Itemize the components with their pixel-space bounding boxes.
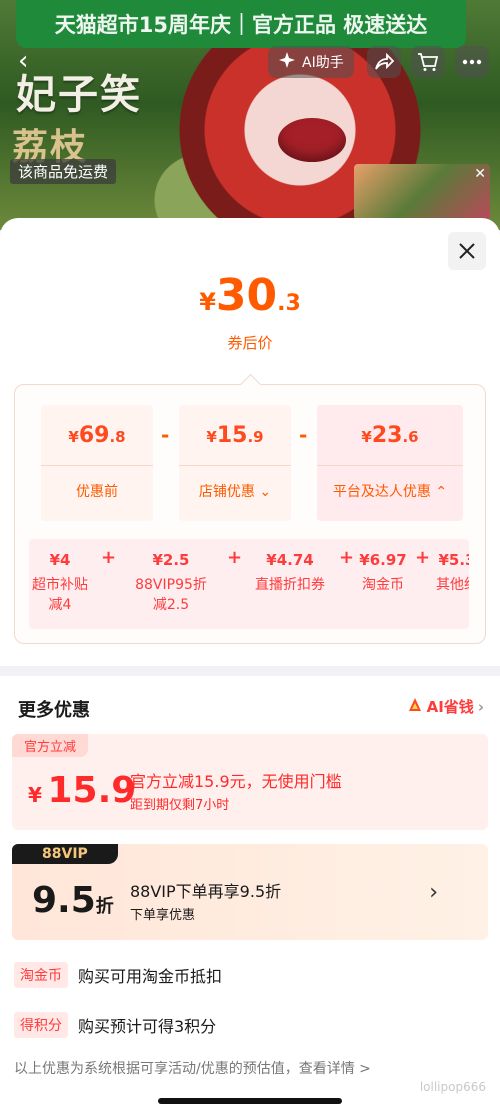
coupon-title: 88VIP下单再享9.5折 <box>130 882 282 901</box>
lychee-seed-graphic <box>278 118 346 162</box>
coupon-title: 官方立减15.9元，无使用门槛 <box>130 772 342 791</box>
share-icon[interactable] <box>367 46 401 78</box>
free-shipping-badge: 该商品免运费 <box>10 159 117 184</box>
card-label: 平台及达人优惠 ⌃ <box>332 484 448 500</box>
card-value: ¥69.8 <box>68 423 126 448</box>
minus-operator: - <box>161 423 170 447</box>
info-text: 购买可用淘金币抵扣 <box>78 967 223 986</box>
points-info: 得积分 购买预计可得3积分 <box>14 1012 216 1038</box>
detail-item: ¥2.5 88VIP95折 减2.5 <box>135 551 207 613</box>
taojinbi-info: 淘金币 购买可用淘金币抵扣 <box>14 962 222 988</box>
platform-discount-card[interactable]: ¥23.6 平台及达人优惠 ⌃ <box>317 405 463 521</box>
ai-helper-button[interactable]: AI助手 <box>268 46 354 78</box>
sheet-close-button[interactable] <box>448 232 486 270</box>
price-breakdown: ¥69.8 优惠前 - ¥15.9 店铺优惠 ⌄ - ¥23.6 平台及达人优惠… <box>14 384 486 644</box>
more-icon[interactable] <box>455 46 489 78</box>
coupon-tag: 官方立减 <box>12 734 89 757</box>
official-discount-coupon[interactable]: 官方立减 ¥ 15.9 官方立减15.9元，无使用门槛 距到期仅剩7小时 <box>12 734 488 830</box>
detail-item: ¥6.97 淘金币 <box>359 551 407 593</box>
plus-operator: + <box>415 547 431 568</box>
coupon-tag: 88VIP <box>12 844 118 864</box>
detail-item: ¥4 超市补贴 减4 <box>32 551 88 613</box>
promo-banner: 天猫超市15周年庆｜官方正品 极速送达 <box>16 0 466 48</box>
final-price: ¥30.3 <box>0 270 500 321</box>
info-text: 购买预计可得3积分 <box>78 1017 217 1036</box>
ai-save-link[interactable]: AI省钱 › <box>407 696 484 717</box>
detail-item: ¥4.74 直播折扣券 <box>255 551 325 593</box>
original-price-card: ¥69.8 优惠前 <box>41 405 153 521</box>
ai-helper-label: AI助手 <box>302 55 344 71</box>
vip-discount-coupon[interactable]: 88VIP 9.5折 88VIP下单再享9.5折 下单享优惠 › <box>12 844 488 940</box>
coupon-amount: ¥ 15.9 <box>28 770 137 811</box>
close-icon[interactable]: ✕ <box>474 166 486 182</box>
card-label: 店铺优惠 ⌄ <box>198 484 272 500</box>
ai-save-label: AI省钱 <box>426 698 474 716</box>
ai-sparkle-icon <box>278 51 296 73</box>
price-decimal: .3 <box>277 291 301 316</box>
info-badge: 得积分 <box>14 1012 68 1038</box>
estimate-footnote-link[interactable]: 以上优惠为系统根据可享活动/优惠的预估值，查看详情 > <box>14 1058 371 1078</box>
coupon-subtitle: 下单享优惠 <box>130 908 196 923</box>
floating-video-thumbnail[interactable]: ✕ <box>354 164 490 220</box>
price-integer: 30 <box>215 270 278 321</box>
home-indicator[interactable] <box>158 1098 342 1104</box>
plus-operator: + <box>339 547 355 568</box>
coupon-amount: 9.5折 <box>32 880 114 921</box>
more-discounts-title: 更多优惠 <box>18 700 90 721</box>
price-currency: ¥ <box>199 288 216 316</box>
card-label: 优惠前 <box>76 484 118 500</box>
store-discount-card[interactable]: ¥15.9 店铺优惠 ⌄ <box>179 405 291 521</box>
plus-operator: + <box>227 547 243 568</box>
final-price-label: 券后价 <box>227 334 273 352</box>
plus-operator: + <box>101 547 117 568</box>
detail-item: ¥5.3 其他红 <box>436 551 469 593</box>
card-value: ¥15.9 <box>206 423 264 448</box>
info-badge: 淘金币 <box>14 962 68 988</box>
close-icon <box>459 243 475 259</box>
cart-icon[interactable] <box>411 46 445 78</box>
ai-logo-icon <box>407 697 423 717</box>
promo-banner-text: 天猫超市15周年庆｜官方正品 极速送达 <box>54 13 428 37</box>
coupon-expiry: 距到期仅剩7小时 <box>130 798 230 813</box>
minus-operator: - <box>299 423 308 447</box>
hero-title: 妃子笑 <box>16 72 142 118</box>
watermark: lollipop666 <box>419 1080 486 1094</box>
product-hero-image: 天猫超市15周年庆｜官方正品 极速送达 ‹ 妃子笑 荔枝 AI助手 该商品免运费… <box>0 0 500 230</box>
discount-detail-sheet: ¥30.3 券后价 ¥69.8 优惠前 - ¥15.9 店铺优惠 ⌄ - ¥23… <box>0 218 500 1111</box>
chevron-right-icon[interactable]: › <box>429 880 438 905</box>
section-divider <box>0 666 500 676</box>
card-value: ¥23.6 <box>361 423 419 448</box>
platform-discount-details: ¥4 超市补贴 减4 + ¥2.5 88VIP95折 减2.5 + ¥4.74 … <box>29 539 469 629</box>
chevron-right-icon: › <box>477 697 484 716</box>
